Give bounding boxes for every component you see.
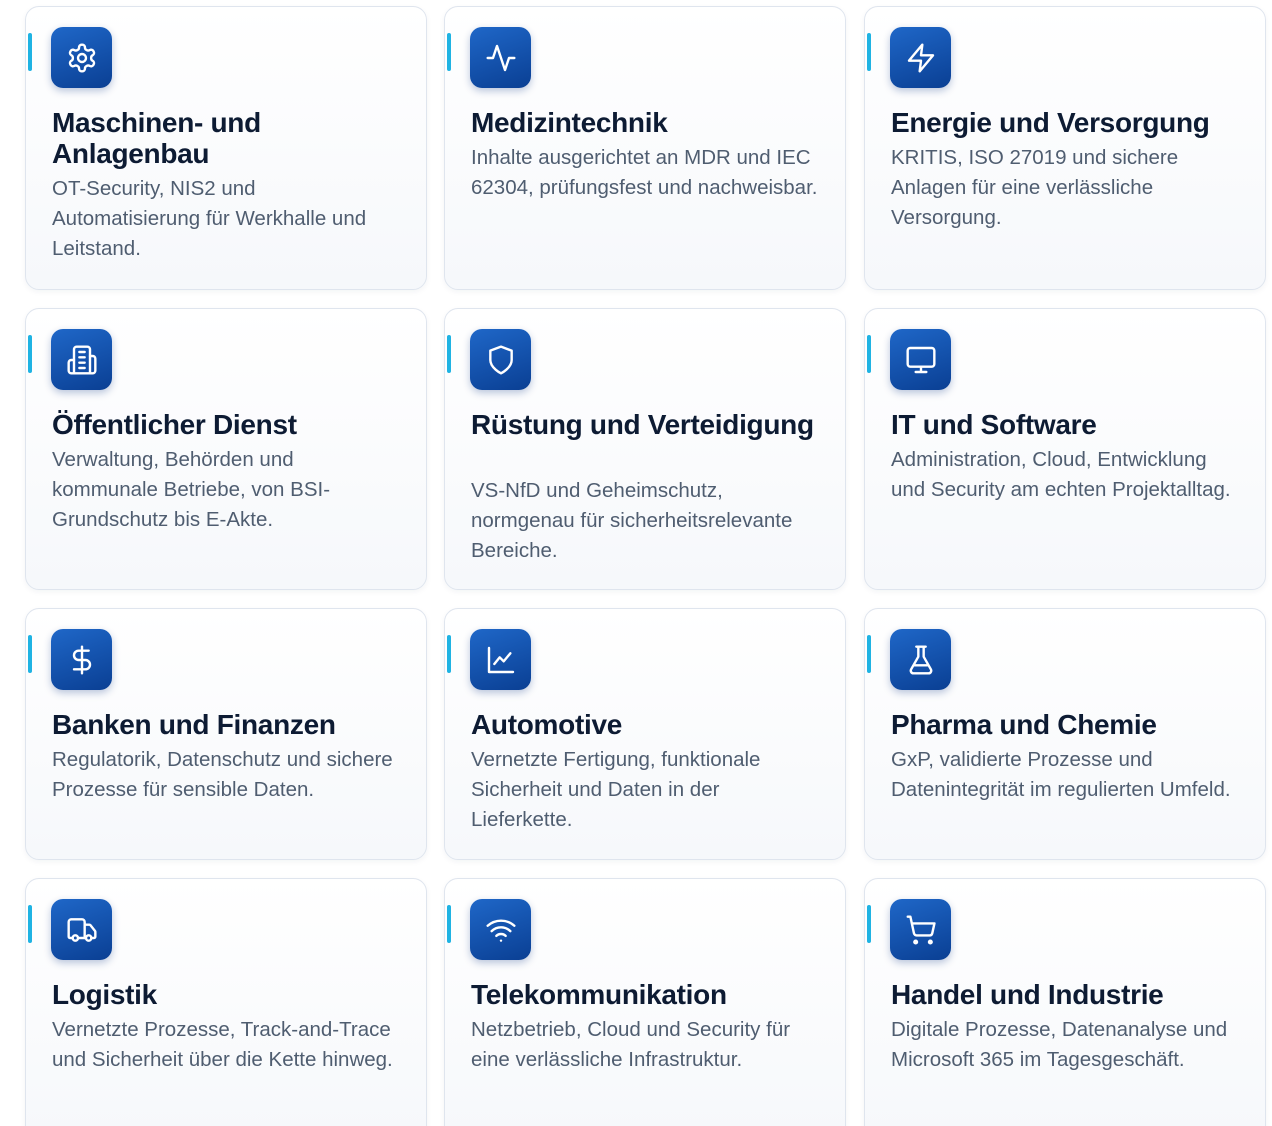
card-accent-bar bbox=[867, 335, 871, 373]
card-description: Administration, Cloud, Entwicklung und S… bbox=[891, 448, 1231, 501]
card-accent-bar bbox=[867, 33, 871, 71]
card-title: Maschinen- und Anlagenbau bbox=[52, 107, 261, 169]
card-accent-bar bbox=[867, 905, 871, 943]
card-description: Vernetzte Fertigung, funktionale Sicherh… bbox=[471, 748, 761, 831]
card-accent-bar bbox=[28, 33, 32, 71]
card-accent-bar bbox=[867, 635, 871, 673]
card-description: Regulatorik, Datenschutz und sichere Pro… bbox=[52, 748, 393, 801]
card-title: Automotive bbox=[471, 709, 623, 740]
card-accent-bar bbox=[28, 635, 32, 673]
monitor-icon bbox=[890, 329, 951, 390]
card-description: Netzbetrieb, Cloud und Security für eine… bbox=[471, 1018, 791, 1071]
card-title: Logistik bbox=[52, 979, 157, 1010]
industry-card-logistik[interactable]: Logistik Vernetzte Prozesse, Track-and-T… bbox=[25, 878, 427, 1126]
shield-icon bbox=[470, 329, 531, 390]
building-icon bbox=[51, 329, 112, 390]
industry-card-banken[interactable]: Banken und Finanzen Regulatorik, Datensc… bbox=[25, 608, 427, 860]
card-title: Handel und Industrie bbox=[891, 979, 1164, 1010]
card-description: KRITIS, ISO 27019 und sichere Anlagen fü… bbox=[891, 146, 1179, 229]
card-accent-bar bbox=[447, 905, 451, 943]
card-title: Medizintechnik bbox=[471, 107, 668, 138]
card-description: VS-NfD und Geheimschutz, normgenau für s… bbox=[471, 479, 793, 562]
industry-card-handel[interactable]: Handel und Industrie Digitale Prozesse, … bbox=[864, 878, 1266, 1126]
industry-card-oeffentlicher-dienst[interactable]: Öffentlicher Dienst Verwaltung, Behörden… bbox=[25, 308, 427, 590]
flask-icon bbox=[890, 629, 951, 690]
dollar-icon bbox=[51, 629, 112, 690]
card-accent-bar bbox=[447, 33, 451, 71]
card-accent-bar bbox=[28, 905, 32, 943]
card-title: Telekommunikation bbox=[471, 979, 727, 1010]
industry-card-pharma[interactable]: Pharma und Chemie GxP, validierte Prozes… bbox=[864, 608, 1266, 860]
cart-icon bbox=[890, 899, 951, 960]
card-title: IT und Software bbox=[891, 409, 1097, 440]
card-description: Verwaltung, Behörden und kommunale Betri… bbox=[52, 448, 331, 531]
truck-icon bbox=[51, 899, 112, 960]
card-description: Inhalte ausgerichtet an MDR und IEC 6230… bbox=[471, 146, 818, 199]
industry-grid: Maschinen- und Anlagenbau OT-Security, N… bbox=[0, 0, 1272, 1126]
line-chart-icon bbox=[470, 629, 531, 690]
wifi-icon bbox=[470, 899, 531, 960]
industry-card-automotive[interactable]: Automotive Vernetzte Fertigung, funktion… bbox=[444, 608, 846, 860]
industry-card-ruestung[interactable]: Rüstung und Verteidigung VS-NfD und Gehe… bbox=[444, 308, 846, 590]
card-description: Digitale Prozesse, Datenanalyse und Micr… bbox=[891, 1018, 1228, 1071]
industry-card-it-software[interactable]: IT und Software Administration, Cloud, E… bbox=[864, 308, 1266, 590]
gear-icon bbox=[51, 27, 112, 88]
industry-card-telekommunikation[interactable]: Telekommunikation Netzbetrieb, Cloud und… bbox=[444, 878, 846, 1126]
card-accent-bar bbox=[447, 635, 451, 673]
card-description: GxP, validierte Prozesse und Datenintegr… bbox=[891, 748, 1231, 801]
card-title: Öffentlicher Dienst bbox=[52, 409, 297, 440]
pulse-icon bbox=[470, 27, 531, 88]
card-title: Rüstung und Verteidigung bbox=[471, 409, 814, 440]
lightning-icon bbox=[890, 27, 951, 88]
card-title: Banken und Finanzen bbox=[52, 709, 336, 740]
industry-card-medizintechnik[interactable]: Medizintechnik Inhalte ausgerichtet an M… bbox=[444, 6, 846, 290]
card-accent-bar bbox=[447, 335, 451, 373]
industry-card-maschinenbau[interactable]: Maschinen- und Anlagenbau OT-Security, N… bbox=[25, 6, 427, 290]
card-title: Energie und Versorgung bbox=[891, 107, 1210, 138]
card-title: Pharma und Chemie bbox=[891, 709, 1157, 740]
card-description: Vernetzte Prozesse, Track-and-Trace und … bbox=[52, 1018, 393, 1071]
card-accent-bar bbox=[28, 335, 32, 373]
industry-card-energie[interactable]: Energie und Versorgung KRITIS, ISO 27019… bbox=[864, 6, 1266, 290]
card-description: OT-Security, NIS2 und Automatisierung fü… bbox=[52, 177, 367, 260]
